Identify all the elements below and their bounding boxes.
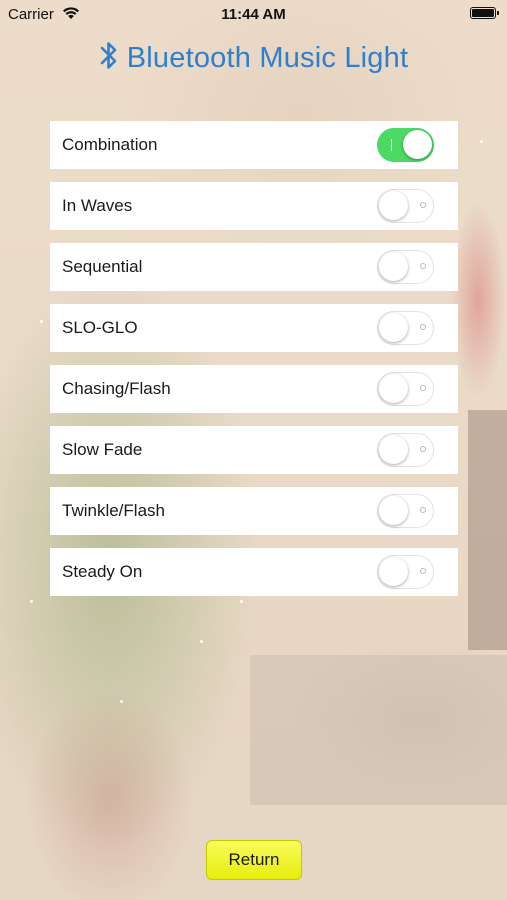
mode-label: Sequential — [62, 257, 143, 276]
toggle-switch[interactable] — [377, 128, 434, 162]
toggle-switch[interactable] — [377, 555, 434, 589]
mode-row-combination: Combination — [50, 121, 458, 169]
mode-row-slo-glo: SLO-GLO — [50, 304, 458, 352]
toggle-switch[interactable] — [377, 372, 434, 406]
toggle-switch[interactable] — [377, 494, 434, 528]
mode-row-slow-fade: Slow Fade — [50, 426, 458, 474]
mode-row-twinkle-flash: Twinkle/Flash — [50, 487, 458, 535]
app-header: Bluetooth Music Light — [0, 38, 507, 86]
mode-row-in-waves: In Waves — [50, 182, 458, 230]
mode-row-steady-on: Steady On — [50, 548, 458, 596]
battery-icon — [470, 7, 499, 19]
bluetooth-icon — [99, 38, 119, 79]
toggle-switch[interactable] — [377, 433, 434, 467]
return-button[interactable]: Return — [206, 840, 302, 880]
background-sparkle — [30, 600, 33, 603]
toggle-switch[interactable] — [377, 311, 434, 345]
mode-list: Combination In Waves Sequential SLO-GLO … — [50, 121, 458, 609]
mode-row-sequential: Sequential — [50, 243, 458, 291]
background-hearth — [250, 655, 507, 805]
mode-label: Combination — [62, 135, 158, 154]
mode-row-chasing-flash: Chasing/Flash — [50, 365, 458, 413]
mode-label: SLO-GLO — [62, 318, 138, 337]
status-bar: Carrier 11:44 AM — [0, 0, 507, 28]
mode-label: Slow Fade — [62, 440, 143, 459]
toggle-switch[interactable] — [377, 250, 434, 284]
mode-label: Twinkle/Flash — [62, 501, 165, 520]
background-sparkle — [480, 140, 483, 143]
background-sparkle — [120, 700, 123, 703]
mode-label: In Waves — [62, 196, 133, 215]
mode-label: Steady On — [62, 562, 143, 581]
clock: 11:44 AM — [221, 6, 286, 23]
mode-label: Chasing/Flash — [62, 379, 171, 398]
app-title: Bluetooth Music Light — [126, 42, 409, 74]
background-sparkle — [200, 640, 203, 643]
toggle-switch[interactable] — [377, 189, 434, 223]
background-fireplace — [468, 410, 507, 650]
background-sparkle — [40, 320, 43, 323]
